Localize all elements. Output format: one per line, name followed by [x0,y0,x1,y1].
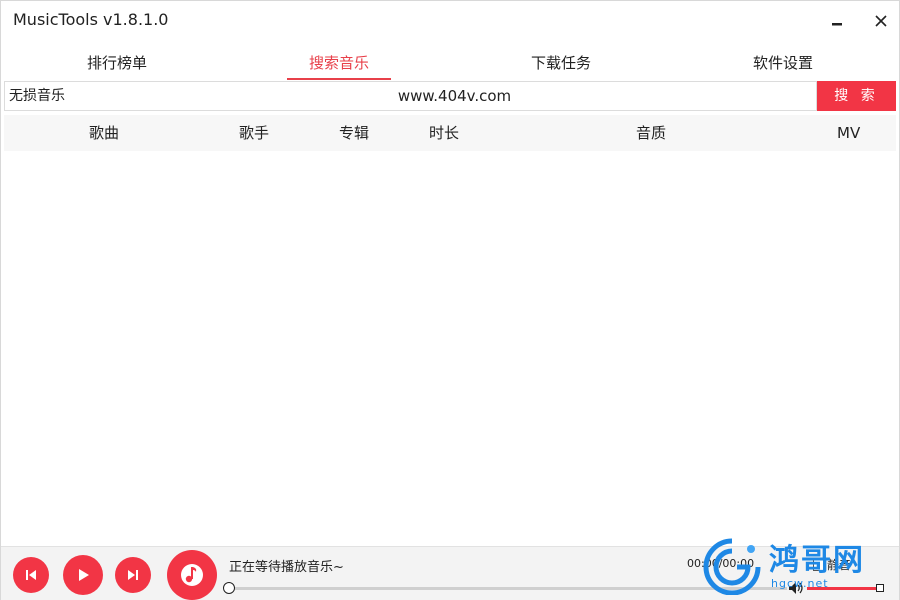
search-row: 无损音乐 搜 索 [4,81,896,111]
player-bar: 正在等待播放音乐~ 00:00/00:00 静音 [1,546,899,600]
tab-downloads[interactable]: 下载任务 [491,45,631,79]
tab-bar: 排行榜单 搜索音乐 下载任务 软件设置 [1,45,899,81]
time-display: 00:00/00:00 [687,557,755,570]
volume-icon[interactable] [788,581,804,595]
next-button[interactable] [115,557,151,593]
column-mv[interactable]: MV [837,115,860,151]
source-select[interactable]: 无损音乐 [4,81,94,111]
search-input[interactable] [93,81,817,111]
column-duration[interactable]: 时长 [429,115,459,151]
close-button[interactable] [867,7,895,35]
app-window: MusicTools v1.8.1.0 排行榜单 搜索音乐 下载任务 软件设置 … [0,0,900,600]
search-button[interactable]: 搜 索 [817,81,896,111]
play-icon [79,569,89,581]
title-bar: MusicTools v1.8.1.0 [1,1,899,41]
column-song[interactable]: 歌曲 [89,115,119,151]
tab-charts[interactable]: 排行榜单 [47,45,187,79]
mute-label: 静音 [827,558,852,572]
music-note-icon [181,564,203,586]
window-title: MusicTools v1.8.1.0 [13,10,169,29]
album-disc [167,550,217,600]
column-artist[interactable]: 歌手 [239,115,269,151]
close-icon [875,15,887,27]
previous-button[interactable] [13,557,49,593]
now-playing-text: 正在等待播放音乐~ [229,560,344,575]
next-icon [128,570,138,580]
active-tab-indicator [287,78,391,80]
volume-slider[interactable] [807,587,879,590]
mute-checkbox[interactable] [813,559,825,571]
progress-track[interactable] [227,587,787,590]
progress-knob[interactable] [223,582,235,594]
prev-icon [26,570,36,580]
column-album[interactable]: 专辑 [339,115,369,151]
minimize-icon [832,23,842,26]
results-table-header: 歌曲 歌手 专辑 时长 音质 MV [4,115,896,151]
minimize-button[interactable] [823,7,851,35]
column-quality[interactable]: 音质 [636,115,666,151]
tab-settings[interactable]: 软件设置 [713,45,853,79]
volume-knob[interactable] [876,584,884,592]
play-button[interactable] [63,555,103,595]
results-list[interactable] [4,151,896,543]
tab-search-music[interactable]: 搜索音乐 [269,45,409,79]
